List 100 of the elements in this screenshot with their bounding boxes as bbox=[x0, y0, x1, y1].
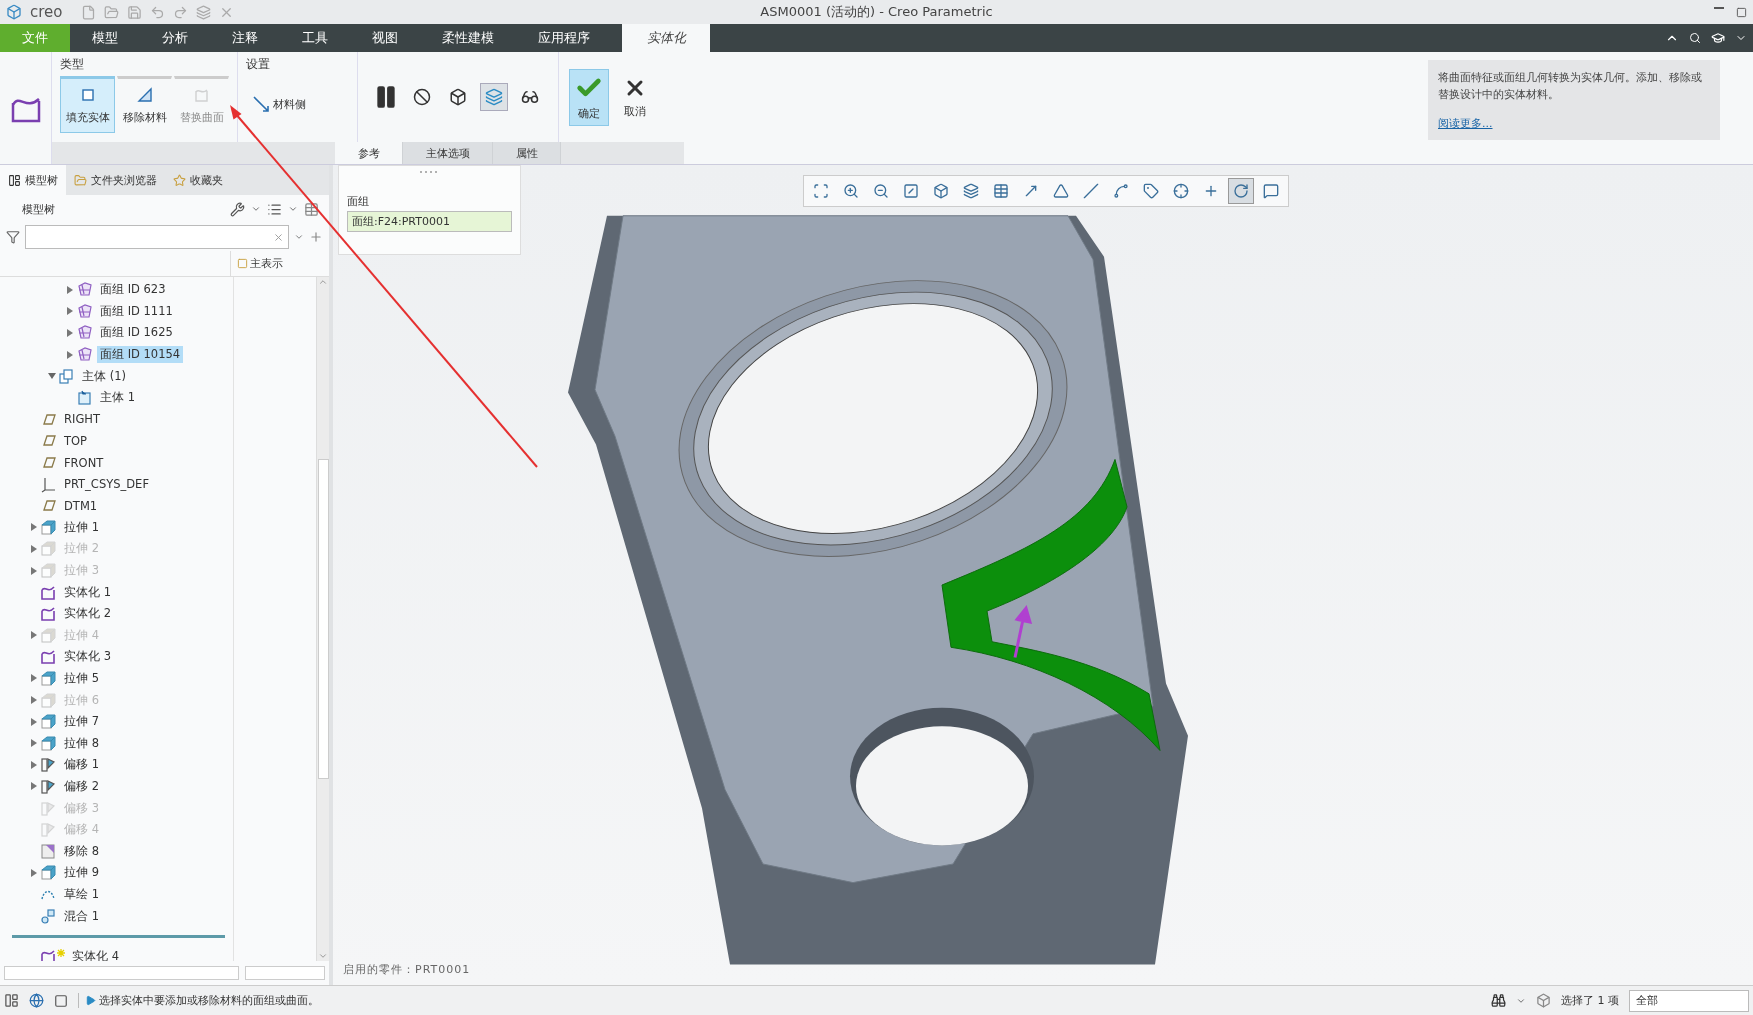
save-icon bbox=[126, 4, 142, 20]
part-model-drawing[interactable] bbox=[568, 215, 1188, 965]
tree-icon bbox=[8, 173, 21, 187]
tree-item[interactable]: 拉伸 1 bbox=[61, 518, 102, 536]
collapsed-caret-icon[interactable] bbox=[30, 760, 38, 769]
panel-tab[interactable]: 文件夹浏览器 bbox=[66, 165, 165, 195]
tree-item[interactable]: 面组 ID 623 bbox=[97, 281, 169, 299]
tree-item[interactable]: 草绘 1 bbox=[61, 885, 102, 903]
selection-filter-dropdown[interactable]: 全部 bbox=[1629, 989, 1749, 1012]
tree-item[interactable]: 主体 (1) bbox=[79, 367, 129, 385]
axis-icon bbox=[1113, 183, 1129, 199]
panel-tab[interactable]: 收藏夹 bbox=[165, 165, 231, 195]
tree-item[interactable]: RIGHT bbox=[61, 411, 103, 428]
diagonal-arrow-icon bbox=[252, 95, 270, 113]
selection-count: 选择了 1 项 bbox=[1561, 993, 1619, 1008]
collapsed-caret-icon[interactable] bbox=[30, 674, 38, 683]
redo-icon bbox=[172, 4, 188, 20]
menu-tab[interactable]: 视图 bbox=[350, 24, 420, 52]
group-title: 设置 bbox=[246, 56, 271, 73]
plane-icon bbox=[1083, 183, 1099, 199]
menu-tab[interactable]: 模型 bbox=[70, 24, 140, 52]
tree-item[interactable]: 移除 8 bbox=[61, 842, 102, 860]
binoculars-icon bbox=[1491, 993, 1506, 1008]
help-text: 将曲面特征或面组几何转换为实体几何。添加、移除或替换设计中的实体材料。 bbox=[1438, 70, 1703, 103]
collapsed-caret-icon[interactable] bbox=[66, 329, 74, 337]
confirm-button[interactable]: 确定 bbox=[569, 68, 609, 126]
zoom-in-icon bbox=[843, 183, 859, 199]
search-field[interactable] bbox=[25, 225, 289, 249]
folder-icon bbox=[74, 173, 87, 187]
menu-tab[interactable]: 应用程序 bbox=[516, 24, 612, 52]
tree-item[interactable]: 拉伸 9 bbox=[61, 864, 102, 882]
expanded-caret-icon[interactable] bbox=[48, 372, 56, 381]
extrude-cube-icon bbox=[40, 626, 57, 644]
tree-item[interactable]: 拉伸 7 bbox=[61, 713, 102, 731]
undo-icon bbox=[149, 4, 165, 20]
add-icon bbox=[309, 230, 323, 244]
window-title: ASM0001 (活动的) - Creo Parametric bbox=[760, 3, 993, 21]
note-icon bbox=[1263, 183, 1279, 199]
sub-tab[interactable]: 参考 bbox=[335, 142, 403, 164]
collapsed-caret-icon[interactable] bbox=[30, 782, 38, 791]
quilt-icon bbox=[76, 324, 93, 342]
cube-logo-icon bbox=[6, 4, 22, 20]
extrude-cube-icon bbox=[40, 734, 57, 752]
wireframe-box-icon bbox=[449, 88, 467, 107]
tree-item[interactable]: 实体化 1 bbox=[61, 583, 114, 601]
read-more-link[interactable]: 阅读更多... bbox=[1438, 116, 1493, 131]
type-option-button[interactable]: 填充实体 bbox=[60, 76, 115, 133]
tree-item[interactable]: 偏移 2 bbox=[61, 777, 102, 795]
tree-item[interactable]: DTM1 bbox=[61, 497, 101, 514]
material-side-button[interactable]: 材料侧 bbox=[246, 94, 349, 114]
menu-tab[interactable]: 实体化 bbox=[622, 24, 710, 52]
axes-icon bbox=[1203, 183, 1219, 199]
table-icon bbox=[993, 183, 1009, 199]
sub-tab[interactable]: 属性 bbox=[493, 142, 561, 164]
panel-tab[interactable]: 模型树 bbox=[0, 165, 66, 195]
tree-item[interactable]: 实体化 3 bbox=[61, 648, 114, 666]
tree-item[interactable]: 偏移 1 bbox=[61, 756, 102, 774]
cube-icon bbox=[933, 183, 949, 199]
collapsed-caret-icon[interactable] bbox=[30, 739, 38, 748]
app-logo: creo bbox=[30, 3, 63, 21]
tree-item[interactable]: 主体 1 bbox=[97, 389, 138, 407]
menu-tab[interactable]: 分析 bbox=[140, 24, 210, 52]
coordinate-axes-icon bbox=[40, 475, 57, 493]
sub-tab[interactable]: 主体选项 bbox=[403, 142, 493, 164]
offset-icon bbox=[40, 821, 57, 839]
tree-item[interactable]: PRT_CSYS_DEF bbox=[61, 476, 152, 493]
quilt-reference-field[interactable]: 面组:F24:PRT0001 bbox=[347, 211, 512, 232]
tree-item[interactable]: 拉伸 8 bbox=[61, 734, 102, 752]
menu-tab[interactable]: 注释 bbox=[210, 24, 280, 52]
tree-item[interactable]: 混合 1 bbox=[61, 907, 102, 925]
collapsed-caret-icon[interactable] bbox=[66, 307, 74, 316]
tree-item[interactable]: TOP bbox=[61, 432, 90, 449]
tree-item[interactable]: 拉伸 5 bbox=[61, 670, 102, 687]
tree-item[interactable]: FRONT bbox=[61, 454, 107, 471]
collapsed-caret-icon[interactable] bbox=[30, 523, 38, 532]
quilt-icon bbox=[76, 281, 93, 299]
group-title: 类型 bbox=[60, 56, 85, 73]
column-header[interactable]: 主表示 bbox=[230, 251, 283, 276]
collapsed-caret-icon[interactable] bbox=[66, 350, 74, 359]
minimize-icon[interactable] bbox=[1714, 6, 1724, 9]
tree-item[interactable]: 面组 ID 10154 bbox=[97, 346, 184, 364]
tree-item[interactable]: 面组 ID 1111 bbox=[97, 302, 176, 320]
extrude-cube-icon bbox=[40, 670, 57, 687]
menu-tab[interactable]: 柔性建模 bbox=[420, 24, 516, 52]
collapsed-caret-icon[interactable] bbox=[66, 285, 74, 294]
triangle-icon bbox=[135, 86, 154, 104]
collapsed-caret-icon[interactable] bbox=[30, 717, 38, 726]
tree-item[interactable]: 实体化 4 bbox=[69, 948, 122, 961]
clear-icon[interactable] bbox=[273, 231, 284, 243]
cancel-button[interactable]: 取消 bbox=[615, 68, 655, 126]
tree-item[interactable]: 面组 ID 1625 bbox=[97, 324, 176, 342]
star-icon bbox=[173, 173, 186, 187]
tree-item[interactable]: 实体化 2 bbox=[61, 605, 114, 623]
collapsed-caret-icon[interactable] bbox=[30, 868, 38, 877]
active-part-label: 启用的零件：PRT0001 bbox=[343, 962, 471, 977]
insert-here-line[interactable] bbox=[12, 934, 225, 938]
rotate-button[interactable] bbox=[1228, 178, 1254, 204]
type-option-button[interactable]: 移除材料 bbox=[117, 76, 172, 133]
menu-tab[interactable]: 工具 bbox=[280, 24, 350, 52]
layers-icon bbox=[963, 183, 979, 199]
